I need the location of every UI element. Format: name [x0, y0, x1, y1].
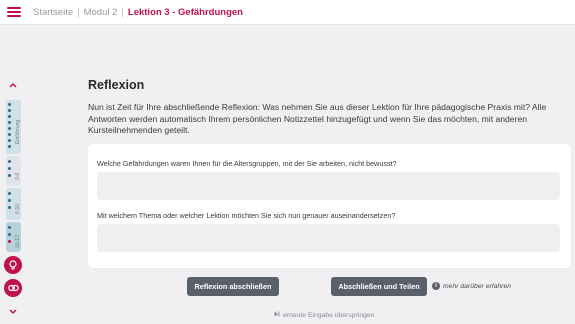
breadcrumb-home[interactable]: Startseite [33, 7, 73, 18]
progress-segment-6-10[interactable]: 6-10 [6, 188, 21, 220]
breadcrumb-module[interactable]: Modul 2 [84, 7, 118, 18]
progress-segment-10-13[interactable]: 10-13 [6, 222, 21, 252]
question-label: Mit welchem Thema oder welcher Lektion m… [97, 211, 396, 220]
breadcrumb-separator: | [77, 6, 80, 18]
progress-segment-intro[interactable]: Einführung [6, 100, 21, 154]
breadcrumb-separator: | [121, 6, 124, 18]
progress-segment-label: 10-13 [15, 235, 21, 248]
skip-icon [274, 311, 280, 319]
progress-track: Einführung 0-6 6-10 10-13 [6, 100, 21, 252]
lightbulb-icon[interactable] [4, 256, 22, 274]
progress-sidebar: Einführung 0-6 6-10 10-13 [0, 78, 26, 324]
answer-field-2[interactable] [97, 224, 560, 252]
answer-field-1[interactable] [97, 172, 560, 200]
progress-segment-label: 0-6 [15, 172, 21, 180]
breadcrumb: Startseite | Modul 2 | Lektion 3 - Gefäh… [33, 7, 243, 18]
finish-and-share-button[interactable]: Abschließen und Teilen [331, 277, 427, 296]
question-label: Welche Gefährdungen waren Ihnen für die … [97, 159, 397, 168]
learn-more-label: mehr darüber erfahren [443, 282, 512, 290]
page-title: Reflexion [88, 78, 145, 92]
info-icon: i [432, 282, 440, 290]
reflexion-card: Welche Gefährdungen waren Ihnen für die … [88, 144, 571, 268]
skip-link[interactable]: erneute Eingabe überspringen [274, 311, 374, 319]
top-bar: Startseite | Modul 2 | Lektion 3 - Gefäh… [0, 0, 575, 25]
link-icon[interactable] [4, 279, 22, 297]
progress-segment-label: Einführung [15, 119, 21, 144]
chevron-up-icon[interactable] [7, 80, 19, 90]
finish-reflexion-button[interactable]: Reflexion abschließen [187, 277, 279, 296]
progress-segment-0-6[interactable]: 0-6 [6, 156, 21, 186]
reflexion-section: Reflexion Nun ist Zeit für Ihre abschlie… [88, 78, 571, 135]
learn-more-link[interactable]: i mehr darüber erfahren [432, 282, 511, 290]
chevron-down-icon[interactable] [7, 307, 19, 317]
skip-label: erneute Eingabe überspringen [283, 311, 375, 319]
progress-segment-label: 6-10 [15, 203, 21, 214]
breadcrumb-lesson: Lektion 3 - Gefährdungen [127, 6, 243, 18]
menu-icon[interactable] [7, 7, 21, 17]
reflexion-intro: Nun ist Zeit für Ihre abschließende Refl… [88, 102, 547, 135]
